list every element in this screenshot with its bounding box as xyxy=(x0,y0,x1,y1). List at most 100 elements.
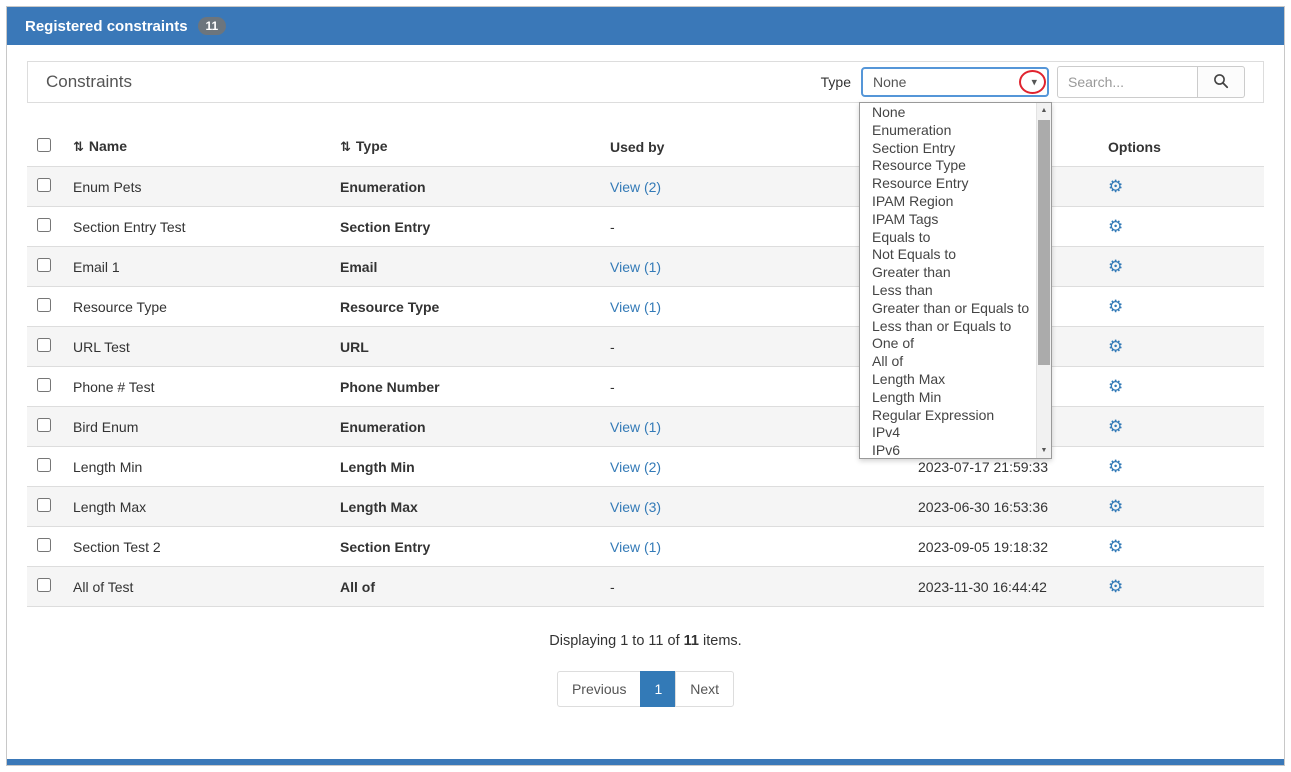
cell-name: Length Max xyxy=(65,487,332,527)
type-filter-value: None xyxy=(873,74,906,90)
dropdown-option[interactable]: IPAM Region xyxy=(860,193,1036,211)
constraints-table: ⇅Name ⇅Type Used by Options Enum Pets Enu… xyxy=(27,127,1264,607)
table-body: Enum PetsEnumerationView (2)⚙Section Ent… xyxy=(27,167,1264,607)
dropdown-option[interactable]: Less than or Equals to xyxy=(860,318,1036,336)
table-row: Section Test 2Section EntryView (1)2023-… xyxy=(27,527,1264,567)
dropdown-option[interactable]: None xyxy=(860,104,1036,122)
gear-icon[interactable]: ⚙ xyxy=(1108,417,1123,436)
cell-type: Length Max xyxy=(332,487,602,527)
gear-icon[interactable]: ⚙ xyxy=(1108,257,1123,276)
sort-icon[interactable]: ⇅ xyxy=(73,139,84,154)
scroll-down-icon[interactable]: ▼ xyxy=(1037,443,1051,458)
cell-name: URL Test xyxy=(65,327,332,367)
column-header-type[interactable]: ⇅Type xyxy=(332,127,602,167)
row-checkbox[interactable] xyxy=(37,538,51,552)
page-header: Registered constraints 11 xyxy=(7,7,1284,45)
type-filter-dropdown: NoneEnumerationSection EntryResource Typ… xyxy=(859,102,1052,459)
page-title: Registered constraints xyxy=(25,18,188,35)
select-all-checkbox[interactable] xyxy=(37,138,51,152)
table-row: Section Entry TestSection Entry-⚙ xyxy=(27,207,1264,247)
row-checkbox[interactable] xyxy=(37,258,51,272)
table-header-row: ⇅Name ⇅Type Used by Options xyxy=(27,127,1264,167)
type-filter-select[interactable]: None ▾ NoneEnumerationSection EntryResou… xyxy=(861,67,1049,97)
dropdown-option[interactable]: Not Equals to xyxy=(860,246,1036,264)
search-input[interactable] xyxy=(1057,66,1198,98)
gear-icon[interactable]: ⚙ xyxy=(1108,297,1123,316)
cell-type: Enumeration xyxy=(332,407,602,447)
scroll-up-icon[interactable]: ▲ xyxy=(1037,103,1051,118)
next-page-button[interactable]: Next xyxy=(675,671,734,707)
cell-type: All of xyxy=(332,567,602,607)
gear-icon[interactable]: ⚙ xyxy=(1108,377,1123,396)
dropdown-option[interactable]: Length Max xyxy=(860,371,1036,389)
dropdown-option[interactable]: IPv4 xyxy=(860,424,1036,442)
row-checkbox[interactable] xyxy=(37,178,51,192)
dropdown-option[interactable]: IPAM Tags xyxy=(860,211,1036,229)
cell-type: Section Entry xyxy=(332,207,602,247)
cell-name: All of Test xyxy=(65,567,332,607)
used-by-view-link[interactable]: View (1) xyxy=(610,419,661,435)
gear-icon[interactable]: ⚙ xyxy=(1108,497,1123,516)
used-by-view-link[interactable]: View (2) xyxy=(610,179,661,195)
dropdown-option[interactable]: Resource Entry xyxy=(860,175,1036,193)
constraints-toolbar: Constraints Type None ▾ NoneEnumerationS… xyxy=(27,61,1264,103)
gear-icon[interactable]: ⚙ xyxy=(1108,457,1123,476)
cell-used-by: View (1) xyxy=(602,527,910,567)
used-by-view-link[interactable]: View (1) xyxy=(610,259,661,275)
dropdown-option-list: NoneEnumerationSection EntryResource Typ… xyxy=(860,103,1036,458)
dropdown-option[interactable]: Length Min xyxy=(860,389,1036,407)
cell-type: Section Entry xyxy=(332,527,602,567)
column-header-options: Options xyxy=(1100,127,1264,167)
row-checkbox[interactable] xyxy=(37,218,51,232)
chevron-down-icon[interactable]: ▾ xyxy=(1031,76,1037,89)
search-button[interactable] xyxy=(1198,66,1245,98)
column-header-name[interactable]: ⇅Name xyxy=(65,127,332,167)
table-row: Email 1EmailView (1)⚙ xyxy=(27,247,1264,287)
used-by-view-link[interactable]: View (1) xyxy=(610,539,661,555)
dropdown-option[interactable]: Less than xyxy=(860,282,1036,300)
row-checkbox[interactable] xyxy=(37,458,51,472)
gear-icon[interactable]: ⚙ xyxy=(1108,337,1123,356)
dropdown-option[interactable]: Greater than or Equals to xyxy=(860,300,1036,318)
dropdown-option[interactable]: Greater than xyxy=(860,264,1036,282)
cell-name: Phone # Test xyxy=(65,367,332,407)
bottom-accent-bar xyxy=(7,759,1284,765)
cell-date: 2023-06-30 16:53:36 xyxy=(910,487,1100,527)
row-checkbox[interactable] xyxy=(37,298,51,312)
filter-controls: Type None ▾ NoneEnumerationSection Entry… xyxy=(821,66,1245,98)
row-checkbox[interactable] xyxy=(37,418,51,432)
previous-page-button[interactable]: Previous xyxy=(557,671,641,707)
results-summary: Displaying 1 to 11 of 11 items. xyxy=(27,633,1264,649)
dropdown-option[interactable]: Equals to xyxy=(860,229,1036,247)
sort-icon[interactable]: ⇅ xyxy=(340,139,351,154)
cell-name: Enum Pets xyxy=(65,167,332,207)
dropdown-option[interactable]: IPv6 xyxy=(860,442,1036,458)
cell-name: Section Test 2 xyxy=(65,527,332,567)
cell-name: Bird Enum xyxy=(65,407,332,447)
row-checkbox[interactable] xyxy=(37,338,51,352)
dropdown-option[interactable]: One of xyxy=(860,335,1036,353)
row-checkbox[interactable] xyxy=(37,578,51,592)
dropdown-option[interactable]: Regular Expression xyxy=(860,407,1036,425)
gear-icon[interactable]: ⚙ xyxy=(1108,217,1123,236)
used-by-view-link[interactable]: View (1) xyxy=(610,299,661,315)
dropdown-option[interactable]: Enumeration xyxy=(860,122,1036,140)
table-row: Enum PetsEnumerationView (2)⚙ xyxy=(27,167,1264,207)
used-by-view-link[interactable]: View (2) xyxy=(610,459,661,475)
dropdown-option[interactable]: Section Entry xyxy=(860,140,1036,158)
row-checkbox[interactable] xyxy=(37,498,51,512)
gear-icon[interactable]: ⚙ xyxy=(1108,177,1123,196)
cell-type: Email xyxy=(332,247,602,287)
panel-title: Constraints xyxy=(46,72,132,92)
row-checkbox[interactable] xyxy=(37,378,51,392)
used-by-view-link[interactable]: View (3) xyxy=(610,499,661,515)
dropdown-option[interactable]: Resource Type xyxy=(860,157,1036,175)
cell-type: Resource Type xyxy=(332,287,602,327)
dropdown-option[interactable]: All of xyxy=(860,353,1036,371)
scrollbar-thumb[interactable] xyxy=(1038,120,1050,365)
dropdown-scrollbar[interactable]: ▲ ▼ xyxy=(1036,103,1051,458)
cell-date: 2023-11-30 16:44:42 xyxy=(910,567,1100,607)
gear-icon[interactable]: ⚙ xyxy=(1108,577,1123,596)
page-1-button[interactable]: 1 xyxy=(640,671,676,707)
gear-icon[interactable]: ⚙ xyxy=(1108,537,1123,556)
